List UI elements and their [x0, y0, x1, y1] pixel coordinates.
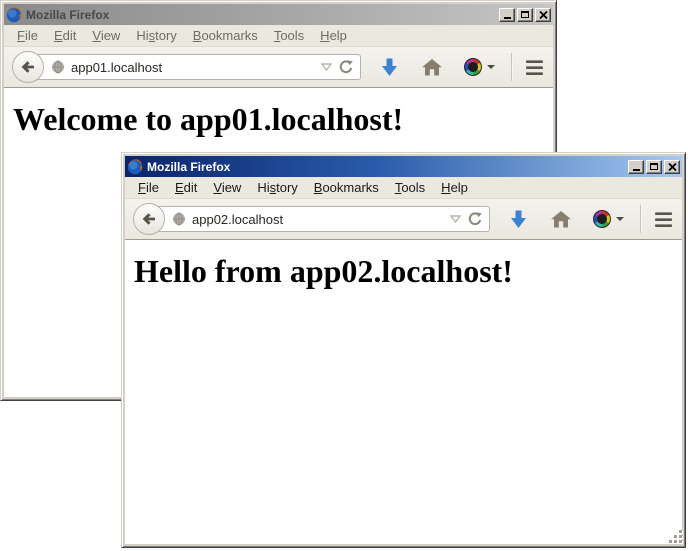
- menu-bar: FileEditViewHistoryBookmarksToolsHelp: [4, 25, 553, 47]
- download-indicator-button[interactable]: [381, 58, 398, 77]
- toolbar-separator: [511, 53, 512, 81]
- menu-item-history[interactable]: History: [128, 26, 184, 46]
- color-wheel-icon: [593, 210, 611, 228]
- maximize-button[interactable]: [646, 160, 662, 174]
- title-bar[interactable]: Mozilla Firefox: [125, 156, 682, 177]
- addon-button[interactable]: [464, 58, 495, 76]
- back-arrow-icon: [20, 59, 36, 75]
- menu-item-history[interactable]: History: [249, 178, 305, 198]
- browser-window-app02[interactable]: Mozilla Firefox FileEditViewHistoryBookm…: [121, 152, 686, 548]
- back-arrow-icon: [141, 211, 157, 227]
- firefox-logo-icon: [6, 7, 22, 23]
- site-identity-globe-icon: [51, 60, 65, 74]
- url-bar[interactable]: app01.localhost: [28, 54, 361, 80]
- maximize-icon: [650, 163, 658, 170]
- toolbar-separator: [640, 205, 641, 233]
- site-identity-globe-icon: [172, 212, 186, 226]
- url-text[interactable]: app02.localhost: [192, 212, 444, 227]
- maximize-button[interactable]: [517, 8, 533, 22]
- close-icon: [539, 11, 548, 19]
- navigation-toolbar: app01.localhost: [4, 47, 553, 88]
- close-icon: [668, 163, 677, 171]
- page-content: Hello from app02.localhost!: [125, 240, 682, 544]
- menu-item-help[interactable]: Help: [312, 26, 355, 46]
- home-button[interactable]: [422, 59, 442, 76]
- minimize-icon: [633, 169, 640, 171]
- chevron-down-icon: [487, 65, 495, 69]
- navigation-toolbar: app02.localhost: [125, 199, 682, 240]
- minimize-icon: [504, 17, 511, 19]
- menu-item-bookmarks[interactable]: Bookmarks: [306, 178, 387, 198]
- download-indicator-button[interactable]: [510, 210, 527, 229]
- back-button[interactable]: [12, 51, 44, 83]
- url-text[interactable]: app01.localhost: [71, 60, 315, 75]
- menu-item-edit[interactable]: Edit: [46, 26, 84, 46]
- menu-item-view[interactable]: View: [205, 178, 249, 198]
- menu-item-file[interactable]: File: [130, 178, 167, 198]
- download-arrow-icon: [381, 58, 398, 77]
- home-icon: [551, 211, 571, 228]
- title-bar[interactable]: Mozilla Firefox: [4, 4, 553, 25]
- hamburger-icon: [655, 212, 672, 215]
- url-bar[interactable]: app02.localhost: [149, 206, 490, 232]
- menu-item-tools[interactable]: Tools: [387, 178, 433, 198]
- reload-icon[interactable]: [338, 59, 354, 75]
- menu-item-edit[interactable]: Edit: [167, 178, 205, 198]
- page-heading: Hello from app02.localhost!: [134, 253, 682, 290]
- addon-button[interactable]: [593, 210, 624, 228]
- minimize-button[interactable]: [628, 160, 644, 174]
- close-button[interactable]: [664, 160, 680, 174]
- minimize-button[interactable]: [499, 8, 515, 22]
- menu-item-view[interactable]: View: [84, 26, 128, 46]
- home-button[interactable]: [551, 211, 571, 228]
- url-dropdown-icon[interactable]: [321, 63, 332, 71]
- home-icon: [422, 59, 442, 76]
- menu-item-help[interactable]: Help: [433, 178, 476, 198]
- url-dropdown-icon[interactable]: [450, 215, 461, 223]
- maximize-icon: [521, 11, 529, 18]
- window-title: Mozilla Firefox: [147, 160, 624, 174]
- open-menu-button[interactable]: [653, 210, 674, 229]
- close-button[interactable]: [535, 8, 551, 22]
- hamburger-icon: [526, 60, 543, 63]
- menu-item-file[interactable]: File: [9, 26, 46, 46]
- color-wheel-icon: [464, 58, 482, 76]
- reload-icon[interactable]: [467, 211, 483, 227]
- menu-item-tools[interactable]: Tools: [266, 26, 312, 46]
- download-arrow-icon: [510, 210, 527, 229]
- open-menu-button[interactable]: [524, 58, 545, 77]
- resize-grip[interactable]: [669, 531, 681, 543]
- page-heading: Welcome to app01.localhost!: [13, 101, 553, 138]
- chevron-down-icon: [616, 217, 624, 221]
- back-button[interactable]: [133, 203, 165, 235]
- menu-bar: FileEditViewHistoryBookmarksToolsHelp: [125, 177, 682, 199]
- firefox-logo-icon: [127, 159, 143, 175]
- menu-item-bookmarks[interactable]: Bookmarks: [185, 26, 266, 46]
- window-title: Mozilla Firefox: [26, 8, 495, 22]
